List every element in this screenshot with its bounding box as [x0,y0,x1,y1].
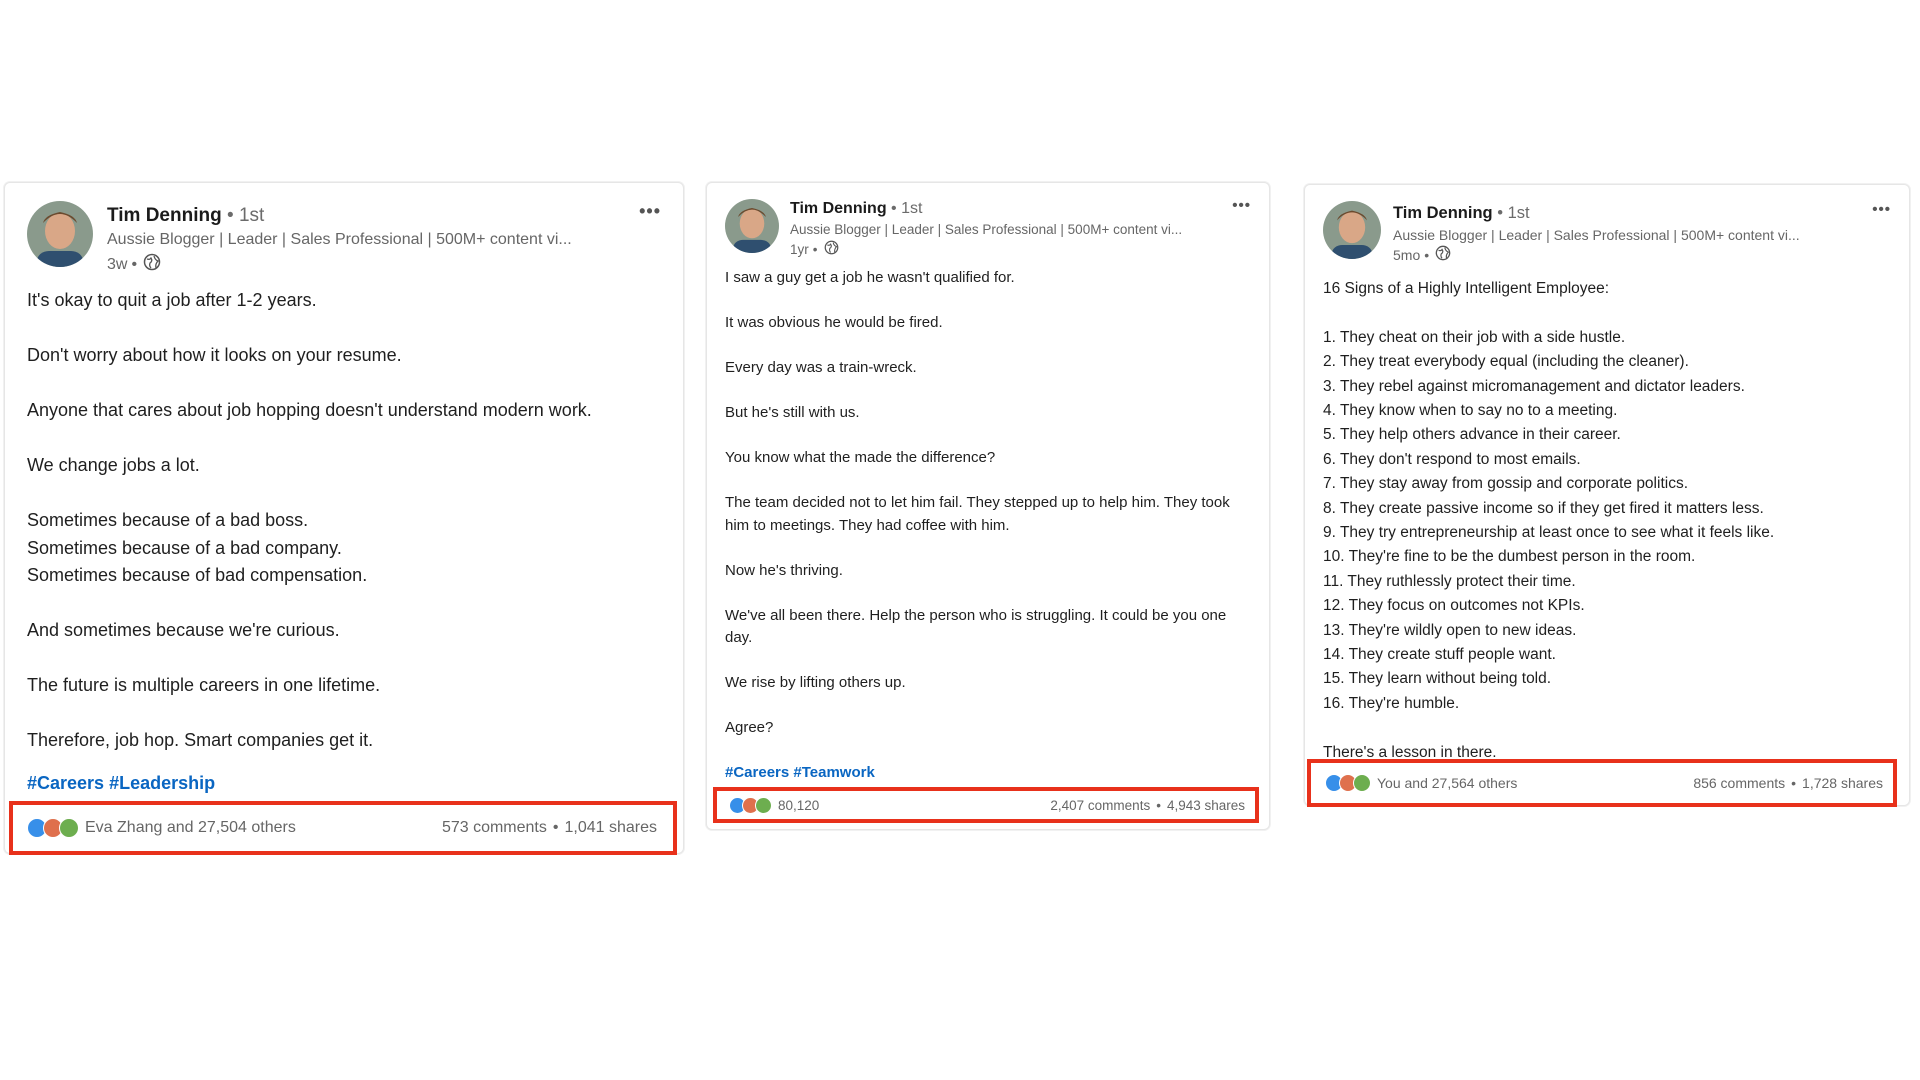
author-avatar[interactable] [27,201,93,267]
post-body: I saw a guy get a job he wasn't qualifie… [725,267,1251,740]
post-paragraph: Every day was a train-wreck. [725,359,917,376]
reaction-icons [1325,774,1371,792]
post-paragraph: You know what the made the difference? [725,449,996,466]
list-item: 5. They help others advance in their car… [1323,426,1621,444]
separator-dot: • [1497,204,1503,222]
post-meta: 5mo • [1393,245,1451,264]
post-meta: 3w • [107,253,161,276]
post-paragraph: The future is multiple careers in one li… [27,675,381,695]
reactions-summary[interactable]: Eva Zhang and 27,504 others [27,818,296,838]
post-paragraph: Therefore, job hop. Smart companies get … [27,730,374,750]
comments-count[interactable]: 2,407 comments [1050,798,1150,813]
author-headline: Aussie Blogger | Leader | Sales Professi… [1393,227,1800,243]
post-body: 16 Signs of a Highly Intelligent Employe… [1323,277,1899,765]
post-paragraph: But he's still with us. [725,404,860,421]
list-item: 7. They stay away from gossip and corpor… [1323,475,1688,493]
list-item: 3. They rebel against micromanagement an… [1323,377,1745,395]
post-paragraph: Sometimes because of a bad boss. Sometim… [27,510,368,585]
post-meta: 1yr • [790,240,839,258]
list-item: 16. They're humble. [1323,694,1460,712]
post-hashtags: #Careers #Leadership [27,773,215,794]
post-intro: 16 Signs of a Highly Intelligent Employe… [1323,280,1610,297]
list-item: 14. They create stuff people want. [1323,646,1556,664]
support-icon [755,796,772,814]
social-counts-bar: 80,120 2,407 comments • 4,943 shares [713,787,1259,823]
post-paragraph: It was obvious he would be fired. [725,314,943,331]
author-name[interactable]: Tim Denning [107,205,222,226]
reactions-summary[interactable]: 80,120 [729,796,819,814]
post-paragraph: The team decided not to let him fail. Th… [725,494,1230,534]
post-card: Tim Denning • 1st Aussie Blogger | Leade… [4,182,684,855]
list-item: 13. They're wildly open to new ideas. [1323,621,1577,639]
hashtag-link[interactable]: #Teamwork [793,764,874,781]
list-item: 1. They cheat on their job with a side h… [1323,328,1626,346]
reaction-icons [729,796,772,814]
list-item: 4. They know when to say no to a meeting… [1323,402,1618,420]
post-body: It's okay to quit a job after 1-2 years.… [27,287,683,755]
post-paragraph: And sometimes because we're curious. [27,620,340,640]
hashtag-link[interactable]: #Careers [725,764,789,781]
author-name[interactable]: Tim Denning [790,200,887,217]
support-icon [59,818,79,838]
reactions-summary[interactable]: You and 27,564 others [1325,774,1517,792]
post-time: 3w [107,255,128,273]
engagement-counts: 856 comments • 1,728 shares [1693,775,1883,791]
more-options-icon[interactable]: ••• [639,201,661,222]
post-paragraph: Agree? [725,719,774,736]
social-counts-bar: You and 27,564 others 856 comments • 1,728… [1307,759,1897,807]
engagement-counts: 573 comments • 1,041 shares [441,819,657,836]
list-item: 11. They ruthlessly protect their time. [1323,572,1576,590]
hashtag-link[interactable]: #Leadership [109,773,215,793]
post-card: Tim Denning • 1st Aussie Blogger | Leade… [706,182,1270,830]
post-time: 1yr [790,241,809,257]
reactions-count[interactable]: 80,120 [778,798,819,813]
post-paragraph: We change jobs a lot. [27,455,200,475]
support-icon [1353,774,1371,792]
post-paragraph: Now he's thriving. [725,561,843,579]
list-item: 12. They focus on outcomes not KPIs. [1323,597,1585,615]
separator-dot: • [227,205,234,226]
list-item: 10. They're fine to be the dumbest perso… [1323,548,1696,566]
comments-count[interactable]: 856 comments [1693,775,1785,791]
shares-count[interactable]: 1,041 shares [564,819,657,836]
list-item: 15. They learn without being told. [1323,670,1552,688]
hashtag-link[interactable]: #Careers [27,773,104,793]
author-headline: Aussie Blogger | Leader | Sales Professi… [107,231,572,248]
shares-count[interactable]: 1,728 shares [1802,775,1883,791]
list-item: 8. They create passive income so if they… [1323,499,1764,517]
post-card: Tim Denning • 1st Aussie Blogger | Leade… [1304,184,1910,807]
post-paragraph: Don't worry about how it looks on your r… [27,345,402,365]
globe-icon [824,240,839,258]
post-paragraph: I saw a guy get a job he wasn't qualifie… [725,269,1015,286]
connection-degree: 1st [238,205,265,226]
list-item: 9. They try entrepreneurship at least on… [1323,524,1775,542]
post-paragraph: It's okay to quit a job after 1-2 years. [27,290,317,310]
author-avatar[interactable] [725,199,779,253]
list-item: 6. They don't respond to most emails. [1323,450,1581,468]
post-time: 5mo [1393,246,1421,263]
author-name[interactable]: Tim Denning [1393,204,1493,222]
globe-icon [143,253,161,276]
reaction-icons [27,818,79,838]
reactions-count[interactable]: Eva Zhang and 27,504 others [85,819,296,837]
more-options-icon[interactable]: ••• [1872,201,1891,218]
comments-count[interactable]: 573 comments [442,819,547,836]
post-hashtags: #Careers #Teamwork [725,764,875,781]
list-item: 2. They treat everybody equal (including… [1323,353,1689,371]
post-paragraph: We've all been there. Help the person wh… [725,606,1227,647]
author-headline: Aussie Blogger | Leader | Sales Professi… [790,222,1183,237]
separator-dot: • [891,200,897,217]
more-options-icon[interactable]: ••• [1232,197,1251,214]
social-counts-bar: Eva Zhang and 27,504 others 573 comments… [9,801,677,855]
author-avatar[interactable] [1323,201,1381,259]
globe-icon [1435,245,1451,264]
shares-count[interactable]: 4,943 shares [1167,798,1245,813]
connection-degree: 1st [1507,204,1530,222]
connection-degree: 1st [901,200,923,217]
engagement-counts: 2,407 comments • 4,943 shares [1050,797,1245,813]
reactions-count[interactable]: You and 27,564 others [1377,775,1517,791]
post-paragraph: Anyone that cares about job hopping does… [27,400,592,420]
post-paragraph: We rise by lifting others up. [725,674,906,691]
